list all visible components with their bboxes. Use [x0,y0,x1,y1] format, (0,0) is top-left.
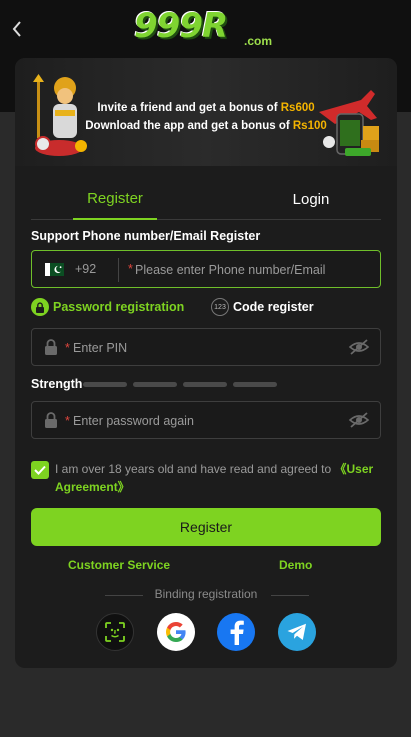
strength-segment [83,382,127,387]
pin-field[interactable]: * [31,328,381,366]
confirm-password-field[interactable]: * [31,401,381,439]
lock-icon [45,412,57,428]
agreement-checkbox[interactable] [31,461,49,479]
divider-line [271,595,309,596]
face-scan-icon [105,622,125,642]
field-divider [118,258,119,282]
pin-input[interactable] [73,339,333,357]
face-scan-button[interactable] [96,613,134,651]
password-registration-option[interactable]: Password registration [31,298,184,316]
demo-link[interactable]: Demo [279,558,312,572]
google-icon [166,622,186,642]
customer-service-link[interactable]: Customer Service [68,558,170,572]
phone-email-field[interactable]: +92 * [31,250,381,288]
google-signin-button[interactable] [157,613,195,651]
plane-phone-illustration [319,90,379,156]
tab-register[interactable]: Register [73,178,157,220]
numeric-code-icon: 123 [211,298,229,316]
password-registration-label: Password registration [53,300,185,314]
pakistan-flag-icon[interactable] [45,263,64,276]
strength-segment [233,382,277,387]
promo-banner[interactable]: Invite a friend and get a bonus of Rs600… [15,58,397,166]
logo-wordmark: 999R [134,6,228,46]
register-button[interactable]: Register [31,508,381,546]
lock-icon [31,298,49,316]
strength-label: Strength [31,377,83,391]
logo-suffix: .com [244,34,273,48]
strength-segment [183,382,227,387]
chevron-left-icon [12,21,21,37]
strength-segment [133,382,177,387]
register-section-label: Support Phone number/Email Register [31,229,261,243]
agreement-text: I am over 18 years old and have read and… [55,462,374,494]
facebook-signin-button[interactable] [217,613,255,651]
eye-hidden-icon[interactable] [348,411,370,429]
binding-registration-label: Binding registration [154,587,258,601]
lock-icon [45,339,57,355]
back-button[interactable] [6,16,28,42]
required-asterisk: * [65,414,70,428]
eye-hidden-icon[interactable] [348,338,370,356]
phone-email-input[interactable] [135,261,375,279]
facebook-icon [230,620,244,645]
required-asterisk: * [65,341,70,355]
dial-code[interactable]: +92 [75,262,96,276]
tab-login[interactable]: Login [267,178,355,220]
register-card: Invite a friend and get a bonus of Rs600… [15,58,397,668]
required-asterisk: * [128,262,133,276]
auth-tabs: Register Login [31,178,381,220]
invite-bonus-amount: Rs600 [280,102,315,114]
brand-logo: 999R .com [134,4,284,52]
telegram-icon [287,623,306,640]
goddess-illustration [33,74,87,156]
code-register-option[interactable]: 123 Code register [211,298,314,316]
telegram-signin-button[interactable] [278,613,316,651]
code-register-label: Code register [233,300,314,314]
confirm-password-input[interactable] [73,412,333,430]
checkmark-icon [34,465,46,475]
